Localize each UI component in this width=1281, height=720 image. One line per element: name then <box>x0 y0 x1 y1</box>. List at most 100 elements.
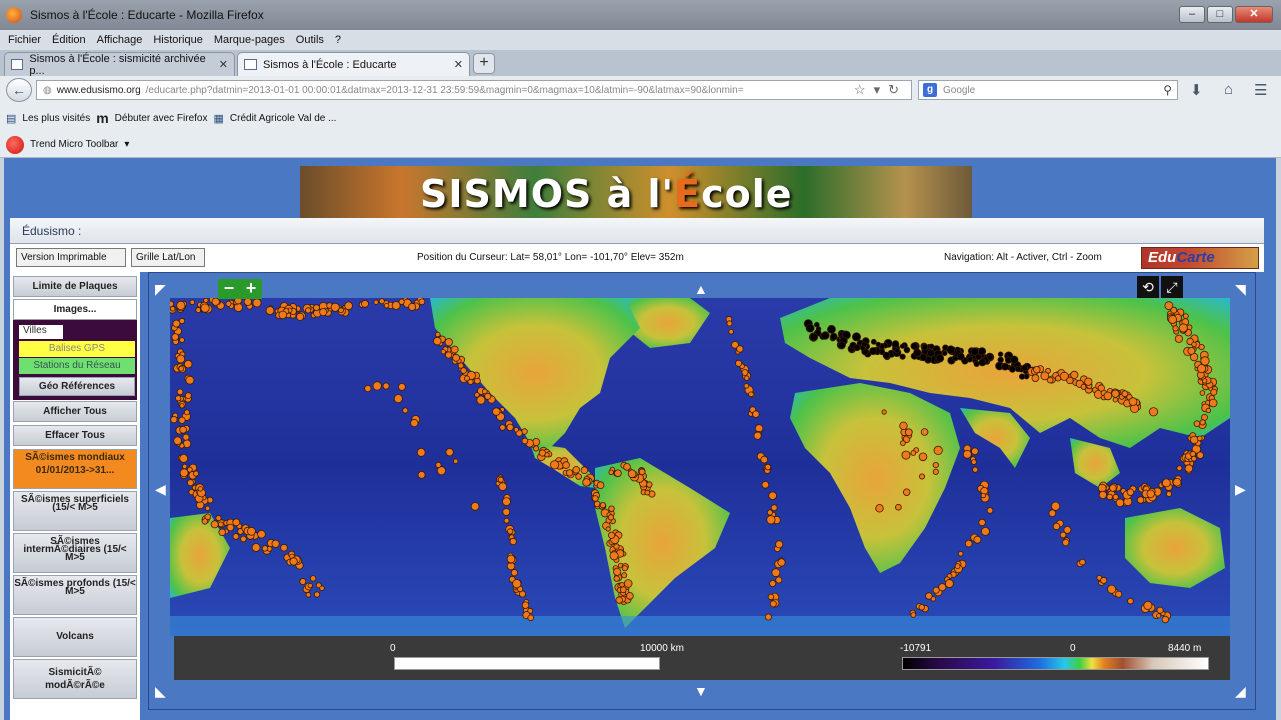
pan-south-arrow[interactable]: ▼ <box>694 684 708 698</box>
earthquake-marker <box>768 491 777 501</box>
earthquake-marker <box>470 502 480 511</box>
earthquake-marker <box>1100 576 1108 584</box>
earthquake-marker <box>971 447 979 456</box>
pan-southeast-arrow[interactable]: ◢ <box>1235 684 1246 698</box>
earthquake-marker <box>464 375 470 382</box>
star-icon[interactable]: ☆ <box>854 82 874 97</box>
earthquake-marker <box>1196 451 1204 459</box>
bookmark-credit-agricole[interactable]: Crédit Agricole Val de ... <box>230 113 337 124</box>
pan-north-arrow[interactable]: ▲ <box>694 282 708 296</box>
menu-historique[interactable]: Historique <box>153 34 203 46</box>
pan-west-arrow[interactable]: ◀ <box>155 482 166 496</box>
layer-geo-references[interactable]: Géo Références <box>19 377 135 396</box>
earthquake-marker <box>305 592 312 598</box>
earthquake-marker <box>607 514 614 521</box>
home-icon[interactable]: ⌂ <box>1224 81 1233 98</box>
earthquake-marker <box>200 303 210 313</box>
tab-close-icon[interactable]: ✕ <box>219 58 228 71</box>
world-map[interactable] <box>170 298 1230 636</box>
deep-quakes-button[interactable]: SÃ©ismes profonds (15/< M>5 <box>13 575 137 615</box>
images-button[interactable]: Images... <box>13 299 137 320</box>
world-quakes-button[interactable]: SÃ©ismes mondiaux 01/01/2013->31... <box>13 449 137 489</box>
menu-outils[interactable]: Outils <box>296 34 324 46</box>
layer-gps-beacons[interactable]: Balises GPS <box>19 341 135 357</box>
menu-fichier[interactable]: Fichier <box>8 34 41 46</box>
layer-network-stations[interactable]: Stations du Réseau <box>19 358 135 374</box>
earthquake-marker <box>966 356 973 363</box>
volcanoes-button[interactable]: Volcans <box>13 617 137 657</box>
zoom-out-button[interactable]: − <box>218 279 240 299</box>
pan-southwest-arrow[interactable]: ◣ <box>155 684 166 698</box>
earthquake-marker <box>1112 396 1119 403</box>
earthquake-marker <box>894 348 900 354</box>
earthquake-marker <box>978 358 987 367</box>
fullscreen-icon[interactable]: ⤢ <box>1161 276 1183 298</box>
pan-east-arrow[interactable]: ▶ <box>1235 482 1246 496</box>
zoom-in-button[interactable]: + <box>240 279 262 299</box>
earthquake-marker <box>1084 377 1093 386</box>
earthquake-marker <box>986 507 994 514</box>
earthquake-marker <box>621 565 628 572</box>
download-icon[interactable]: ⬇ <box>1190 81 1203 99</box>
pan-northeast-arrow[interactable]: ◥ <box>1235 282 1246 296</box>
earthquake-marker <box>980 493 986 499</box>
earthquake-marker <box>544 452 550 458</box>
earthquake-marker <box>533 445 540 452</box>
moderate-seismicity-button[interactable]: SismicitÃ© modÃ©rÃ©e <box>13 659 137 699</box>
intermediate-quakes-button[interactable]: SÃ©ismes intermÃ©diaires (15/< M>5 <box>13 533 137 573</box>
earthquake-marker <box>638 468 646 476</box>
back-button[interactable]: ← <box>6 78 32 102</box>
shallow-quakes-button[interactable]: SÃ©ismes superficiels (15/< M>5 <box>13 491 137 531</box>
menu-marque-pages[interactable]: Marque-pages <box>214 34 285 46</box>
pan-northwest-arrow[interactable]: ◤ <box>155 282 166 296</box>
earthquake-marker <box>1097 384 1105 392</box>
menu-icon[interactable]: ☰ <box>1254 81 1267 99</box>
new-tab-button[interactable]: + <box>473 53 495 74</box>
close-button[interactable]: ✕ <box>1235 6 1273 23</box>
url-bar[interactable]: ◍ www.edusismo.org/educarte.php?datmin=2… <box>36 80 912 100</box>
earthquake-marker <box>440 349 446 355</box>
earthquake-marker <box>1198 343 1205 351</box>
chevron-down-icon[interactable]: ▾ <box>124 139 129 150</box>
menu-help[interactable]: ? <box>335 34 341 46</box>
earthquake-marker <box>474 392 480 398</box>
reload-icon[interactable]: ↻ <box>888 82 907 97</box>
earthquake-marker <box>599 502 606 509</box>
earthquake-marker <box>527 614 535 622</box>
maximize-button[interactable]: □ <box>1207 6 1233 23</box>
layer-villes[interactable]: Villes <box>19 325 63 339</box>
tab-educarte[interactable]: Sismos à l'École : Educarte ✕ <box>237 52 470 76</box>
print-version-button[interactable]: Version Imprimable <box>16 248 126 267</box>
earthquake-marker <box>265 306 275 316</box>
tab-archive[interactable]: Sismos à l'École : sismicité archivée p.… <box>4 52 235 77</box>
minimize-button[interactable]: – <box>1179 6 1205 23</box>
reset-view-icon[interactable]: ⟲ <box>1137 276 1159 298</box>
earthquake-marker <box>240 535 247 543</box>
search-icon[interactable]: ⚲ <box>1163 83 1172 97</box>
trend-micro-label[interactable]: Trend Micro Toolbar <box>30 139 118 150</box>
dropdown-icon[interactable]: ▾ <box>874 82 889 97</box>
earthquake-marker <box>956 352 965 361</box>
grid-latlon-button[interactable]: Grille Lat/Lon <box>131 248 205 267</box>
bank-icon: ▦ <box>213 112 224 125</box>
earthquake-marker <box>445 448 454 457</box>
plate-boundaries-button[interactable]: Limite de Plaques <box>13 276 137 297</box>
earthquake-marker <box>210 520 219 529</box>
search-bar[interactable]: g Google ⚲ <box>918 80 1178 100</box>
bookmark-start-firefox[interactable]: Débuter avec Firefox <box>115 113 208 124</box>
earthquake-marker <box>186 479 194 487</box>
earthquake-marker <box>626 592 634 600</box>
menu-affichage[interactable]: Affichage <box>97 34 143 46</box>
show-all-button[interactable]: Afficher Tous <box>13 401 137 422</box>
earthquake-marker <box>433 336 442 346</box>
zoom-controls: − + <box>218 279 262 299</box>
earthquake-marker <box>183 409 190 416</box>
earthquake-marker <box>215 515 222 522</box>
tab-close-icon[interactable]: ✕ <box>454 58 463 71</box>
clear-all-button[interactable]: Effacer Tous <box>13 425 137 446</box>
earthquake-marker <box>613 567 622 576</box>
menu-edition[interactable]: Édition <box>52 34 86 46</box>
earthquake-marker <box>946 345 956 355</box>
scale-start: 0 <box>390 643 396 654</box>
bookmark-most-visited[interactable]: Les plus visités <box>22 113 90 124</box>
